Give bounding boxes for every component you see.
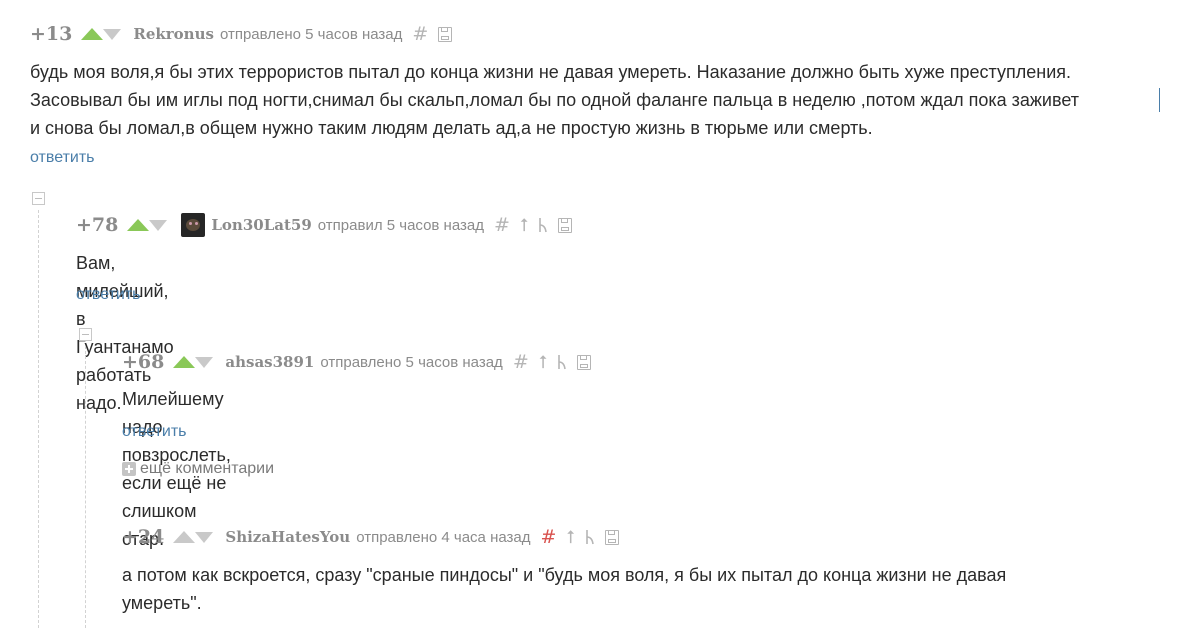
parent-comment-icon[interactable]: ⭡ [566,527,574,548]
comment-header: +78 Lon30Lat59 отправил 5 часов назад # … [76,213,573,237]
vote-controls [173,356,214,368]
hash-icon[interactable]: # [541,526,557,548]
comment-line: и снова бы ломал,в общем нужно таким люд… [30,118,873,138]
comment-line: умереть". [122,593,202,613]
comment-time: отправил 5 часов назад [317,216,484,234]
comment-body: будь моя воля,я бы этих террористов пыта… [30,58,1170,142]
comment-author[interactable]: Rekronus [133,25,214,43]
hash-icon[interactable]: # [513,351,529,373]
downvote-icon[interactable] [195,531,214,543]
upvote-icon[interactable] [127,219,150,231]
downvote-icon[interactable] [195,356,214,368]
comment-time: отправлено 5 часов назад [219,25,403,43]
downvote-icon[interactable] [103,28,122,40]
comment-time: отправлено 5 часов назад [320,353,503,371]
collapse-thread-button[interactable] [32,192,45,205]
thread-line [38,210,39,628]
comment-time: отправлено 4 часа назад [356,528,531,546]
save-icon[interactable] [558,217,573,233]
more-comments-button[interactable]: ещё комментарии [122,460,274,478]
hash-icon[interactable]: # [412,23,428,45]
upvote-icon[interactable] [81,28,104,40]
parent-comment-icon[interactable]: ⭡ [520,215,528,236]
comment-rating: +78 [76,214,119,236]
collapse-thread-button[interactable] [79,328,92,341]
comment-rating: +13 [30,23,73,45]
save-icon[interactable] [604,529,619,545]
upvote-icon[interactable] [173,356,196,368]
vote-controls [127,219,168,231]
upvote-icon[interactable] [173,531,196,543]
expand-icon [122,462,136,476]
comment-header: +24 ShizaHatesYou отправлено 4 часа наза… [122,525,619,549]
comment-author[interactable]: ShizaHatesYou [225,528,350,546]
comment-line: Засовывал бы им иглы под ногти,снимал бы… [30,90,1080,110]
text-cursor [1159,88,1160,112]
branch-icon[interactable] [538,217,548,233]
more-comments-label: ещё комментарии [140,460,275,477]
vote-controls [81,28,122,40]
avatar[interactable] [181,213,206,237]
branch-icon[interactable] [557,354,567,370]
comment-header: +68 ahsas3891 отправлено 5 часов назад #… [122,350,592,374]
thread-line [85,346,86,628]
comment-rating: +24 [122,526,165,548]
save-icon[interactable] [577,354,592,370]
comment-author[interactable]: Lon30Lat59 [211,216,311,234]
comment-body: а потом как вскроется, сразу "сраные пин… [122,561,1122,617]
branch-icon[interactable] [585,529,595,545]
reply-link[interactable]: ответить [76,286,141,304]
comment-line: а потом как вскроется, сразу "сраные пин… [122,565,1007,585]
comment-rating: +68 [122,351,165,373]
save-icon[interactable] [438,26,453,42]
reply-link[interactable]: ответить [122,423,187,441]
comment-line: будь моя воля,я бы этих террористов пыта… [30,62,1071,82]
hash-icon[interactable]: # [494,214,510,236]
parent-comment-icon[interactable]: ⭡ [539,352,547,373]
comment-author[interactable]: ahsas3891 [225,353,314,371]
comment-header: +13 Rekronus отправлено 5 часов назад # [30,22,453,46]
vote-controls [173,531,214,543]
reply-link[interactable]: ответить [30,149,95,167]
downvote-icon[interactable] [149,219,168,231]
